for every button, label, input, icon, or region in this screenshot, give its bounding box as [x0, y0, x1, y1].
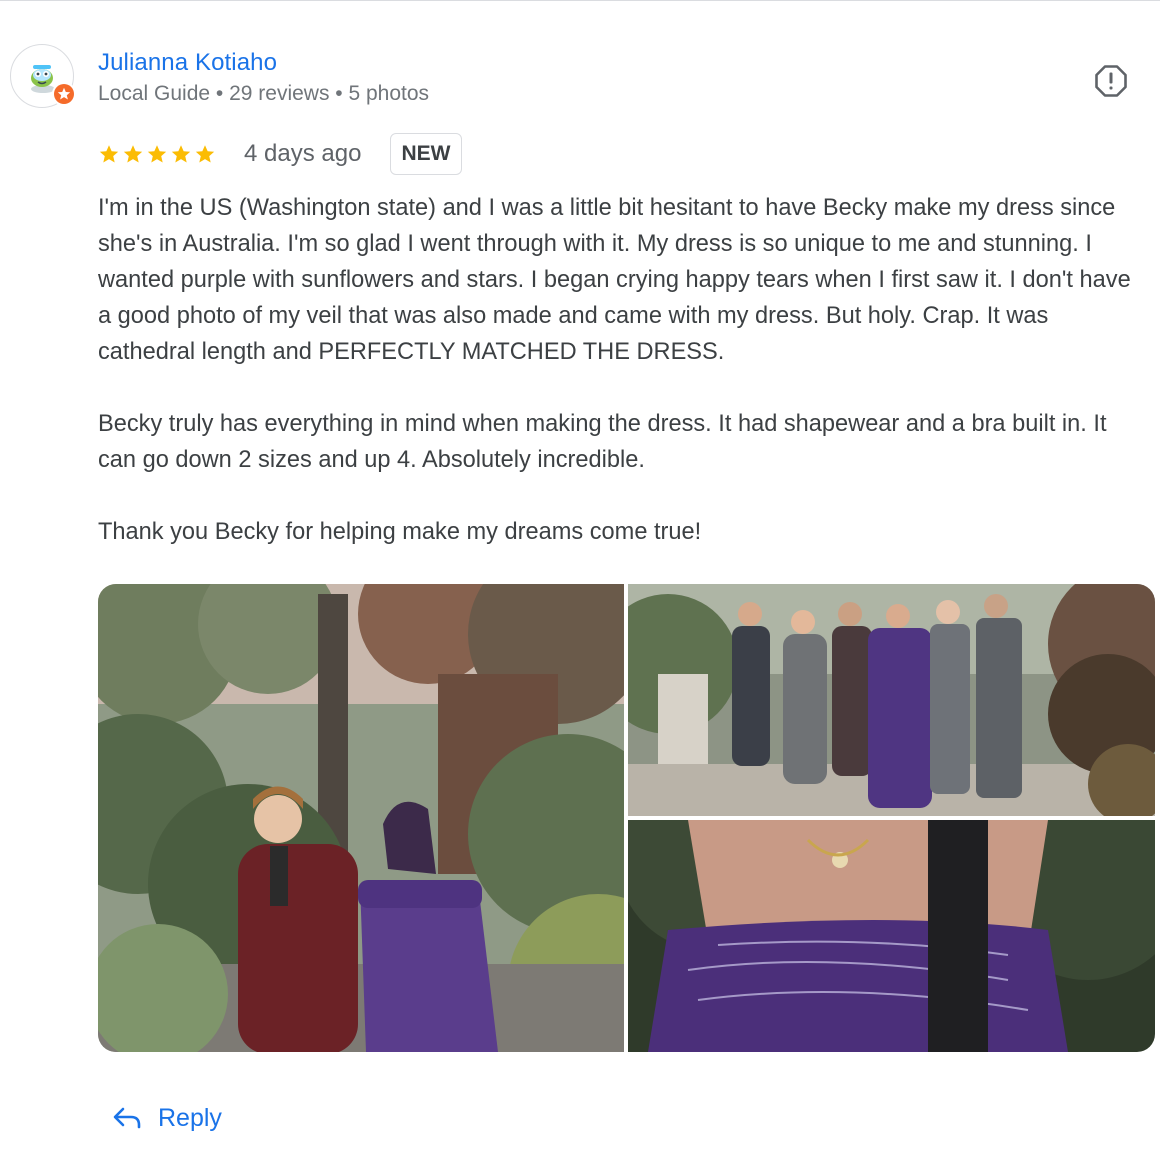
group-photo-in-garden-image — [628, 584, 1155, 816]
star-rating — [98, 140, 216, 168]
review-paragraph: Becky truly has everything in mind when … — [98, 411, 1107, 473]
new-badge: NEW — [390, 133, 462, 175]
reply-label: Reply — [158, 1103, 222, 1132]
purple-dress-closeup-image — [628, 820, 1155, 1052]
report-flag-icon — [1095, 65, 1127, 97]
local-guide-badge — [52, 82, 76, 106]
author-meta: Local Guide • 29 reviews • 5 photos — [98, 82, 430, 105]
local-guide-star-badge-icon — [54, 84, 74, 104]
review-paragraph: Thank you Becky for helping make my drea… — [98, 519, 702, 545]
review-date: 4 days ago — [244, 140, 362, 167]
couple-walking-in-garden-image — [98, 584, 624, 1052]
star-icon — [123, 145, 143, 163]
author-name-link[interactable]: Julianna Kotiaho — [98, 49, 277, 77]
top-divider — [0, 0, 1160, 1]
report-review-button[interactable] — [1094, 64, 1128, 98]
review-photo-couple[interactable] — [98, 584, 624, 1052]
star-icon — [99, 145, 119, 163]
review-photo-group[interactable] — [628, 584, 1155, 816]
reply-arrow-icon — [113, 1107, 141, 1129]
star-icon — [147, 145, 167, 163]
star-icon — [195, 145, 215, 163]
reply-button[interactable]: Reply — [112, 1098, 222, 1138]
review-body: I'm in the US (Washington state) and I w… — [98, 190, 1150, 550]
review-paragraph: I'm in the US (Washington state) and I w… — [98, 195, 1131, 365]
review-photo-dress[interactable] — [628, 820, 1155, 1052]
star-icon — [171, 145, 191, 163]
